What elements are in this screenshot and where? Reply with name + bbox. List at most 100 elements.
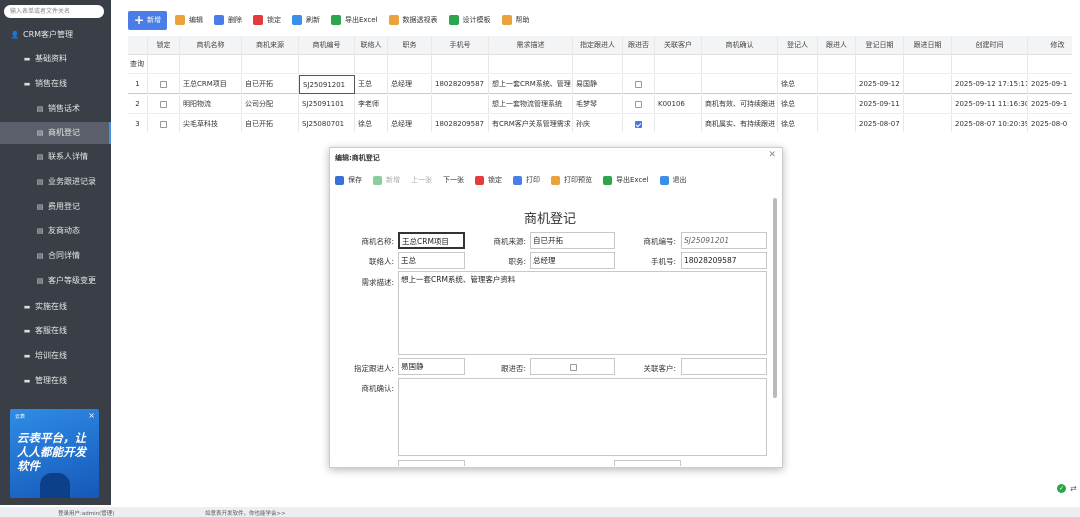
status-marquee[interactable]: 如意表开发软件，你也能学会>> <box>205 509 286 517</box>
column-header[interactable] <box>128 36 148 55</box>
sidebar-search-input[interactable]: 输入表单或者文件关名 <box>4 5 104 18</box>
cell-lock[interactable] <box>148 75 180 94</box>
design-button[interactable]: 设计模板 <box>448 10 491 30</box>
filter-cell[interactable] <box>818 55 856 74</box>
column-header[interactable]: 职务 <box>388 36 432 55</box>
column-header[interactable]: 创建时间 <box>952 36 1028 55</box>
filter-cell[interactable] <box>904 55 952 74</box>
promo-banner[interactable]: 云表 × 云表平台，让人人都能开发软件 <box>10 409 99 498</box>
customer-field[interactable] <box>681 358 767 375</box>
column-header[interactable]: 联络人 <box>355 36 388 55</box>
column-header[interactable]: 跟进否 <box>623 36 655 55</box>
table-row[interactable]: 3 尖毛草科技 自已开拓 SJ25080701 徐总 总经理 18028209587 有CRM… <box>128 115 1072 132</box>
refresh-button[interactable]: 刷新 <box>292 10 320 30</box>
dialog-close-icon[interactable]: ✕ <box>768 150 776 160</box>
sidebar-item-2[interactable]: ▬ 销售在线 <box>0 73 111 95</box>
dialog-new-button[interactable]: 新增 <box>373 175 400 185</box>
sidebar-item-4[interactable]: ▤ 商机登记 <box>0 122 111 144</box>
column-header[interactable]: 跟进日期 <box>904 36 952 55</box>
phone-field[interactable]: 18028209587 <box>681 252 767 269</box>
sidebar-item-5[interactable]: ▤ 联系人详情 <box>0 146 111 168</box>
dialog-save-button[interactable]: 保存 <box>335 175 362 185</box>
next-row-field-1[interactable] <box>398 460 465 466</box>
help-button[interactable]: 帮助 <box>501 10 530 30</box>
sidebar-item-6[interactable]: ▤ 业务跟进记录 <box>0 171 111 193</box>
dialog-power-button[interactable]: 退出 <box>659 175 687 185</box>
filter-cell[interactable] <box>623 55 655 74</box>
filter-label[interactable]: 查询 <box>128 55 148 74</box>
filter-cell[interactable] <box>148 55 180 74</box>
name-field[interactable]: 王总CRM项目 <box>398 232 465 249</box>
lock-button[interactable]: 锁定 <box>253 10 281 30</box>
column-header[interactable]: 登记人 <box>778 36 818 55</box>
filter-cell[interactable] <box>355 55 388 74</box>
cell-lock[interactable] <box>148 95 180 114</box>
dialog-lock-button[interactable]: 锁定 <box>475 175 502 185</box>
column-header[interactable]: 手机号 <box>432 36 489 55</box>
swap-icon[interactable]: ⇄ <box>1070 484 1077 493</box>
filter-cell[interactable] <box>778 55 818 74</box>
column-header[interactable]: 需求描述 <box>489 36 573 55</box>
column-header[interactable]: 商机名称 <box>180 36 242 55</box>
cell-lock[interactable] <box>148 115 180 132</box>
dialog-nav-3-button[interactable]: 下一张 <box>443 175 464 185</box>
excel-button[interactable]: 导出Excel <box>331 10 378 30</box>
column-header[interactable]: 修改 <box>1028 36 1072 55</box>
desc-textarea[interactable]: 想上一套CRM系统、管理客户资料 <box>398 271 767 355</box>
column-header[interactable]: 跟进人 <box>818 36 856 55</box>
follow-checkbox[interactable] <box>635 80 642 88</box>
sidebar-item-12[interactable]: ▬ 客服在线 <box>0 320 111 342</box>
column-header[interactable]: 商机编号 <box>299 36 355 55</box>
banner-close-icon[interactable]: × <box>88 411 95 420</box>
filter-cell[interactable] <box>1028 55 1072 74</box>
sidebar-item-3[interactable]: ▤ 销售话术 <box>0 98 111 120</box>
sidebar-item-13[interactable]: ▬ 培训在线 <box>0 345 111 367</box>
dialog-excel-button[interactable]: 导出Excel <box>603 175 649 185</box>
dialog-nav-2-button[interactable]: 上一张 <box>411 175 432 185</box>
dialog-print-button[interactable]: 打印 <box>513 175 540 185</box>
lock-checkbox[interactable] <box>160 100 167 108</box>
filter-cell[interactable] <box>432 55 489 74</box>
lock-checkbox[interactable] <box>160 120 167 128</box>
filter-cell[interactable] <box>573 55 623 74</box>
cell-follow[interactable] <box>623 95 655 114</box>
sidebar-item-14[interactable]: ▬ 管理在线 <box>0 370 111 392</box>
owner-field[interactable]: 易国静 <box>398 358 465 375</box>
follow-checkbox[interactable] <box>635 120 642 128</box>
next-row-field-2[interactable] <box>614 460 681 466</box>
filter-cell[interactable] <box>388 55 432 74</box>
sidebar-item-0[interactable]: 👤 CRM客户管理 <box>0 24 111 46</box>
filter-cell[interactable] <box>952 55 1028 74</box>
sidebar-item-8[interactable]: ▤ 友商动态 <box>0 220 111 242</box>
column-header[interactable]: 关联客户 <box>655 36 702 55</box>
title-field[interactable]: 总经理 <box>530 252 615 269</box>
column-header[interactable]: 锁定 <box>148 36 180 55</box>
plus-button[interactable]: + 新增 <box>128 10 167 30</box>
lock-checkbox[interactable] <box>160 80 167 88</box>
edit-button[interactable]: 编辑 <box>175 10 203 30</box>
confirm-textarea[interactable] <box>398 378 767 456</box>
column-header[interactable]: 商机来源 <box>242 36 299 55</box>
contact-field[interactable]: 王总 <box>398 252 465 269</box>
code-field[interactable]: SJ25091201 <box>681 232 767 249</box>
column-header[interactable]: 登记日期 <box>856 36 904 55</box>
follow-checkbox-field[interactable] <box>530 358 615 375</box>
filter-cell[interactable] <box>489 55 573 74</box>
filter-cell[interactable] <box>702 55 778 74</box>
column-header[interactable]: 指定跟进人 <box>573 36 623 55</box>
dialog-scrollbar[interactable] <box>773 198 777 398</box>
delete-button[interactable]: 删除 <box>214 10 242 30</box>
sidebar-item-10[interactable]: ▤ 客户等级变更 <box>0 270 111 292</box>
dialog-print-preview-button[interactable]: 打印预览 <box>551 175 592 185</box>
filter-cell[interactable] <box>655 55 702 74</box>
sidebar-item-7[interactable]: ▤ 费用登记 <box>0 196 111 218</box>
cell-follow[interactable] <box>623 115 655 132</box>
follow-checkbox[interactable] <box>635 100 642 108</box>
column-header[interactable]: 商机确认 <box>702 36 778 55</box>
filter-cell[interactable] <box>180 55 242 74</box>
follow-checkbox[interactable] <box>570 363 577 371</box>
sidebar-item-9[interactable]: ▤ 合同详情 <box>0 245 111 267</box>
cell-follow[interactable] <box>623 75 655 94</box>
source-field[interactable]: 自已开拓 <box>530 232 615 249</box>
filter-cell[interactable] <box>299 55 355 74</box>
